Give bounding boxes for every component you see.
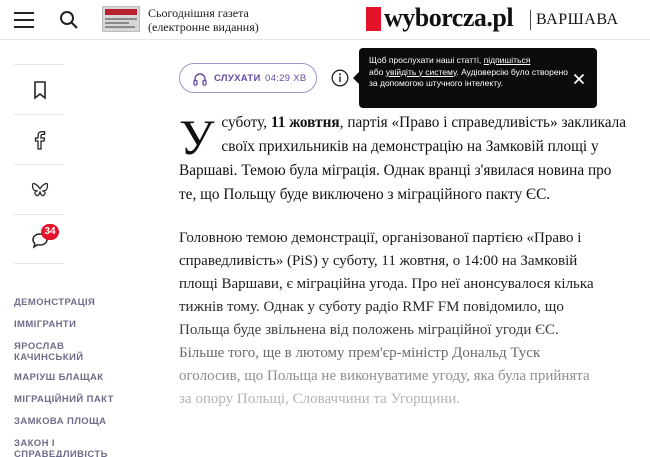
tag-law-and-justice[interactable]: ЗАКОН І СПРАВЕДЛИВІСТЬ <box>14 438 114 457</box>
tag-castle-square[interactable]: ЗАМКОВА ПЛОЩА <box>14 416 124 427</box>
tag-jaroslaw-kaczynski[interactable]: ЯРОСЛАВ КАЧИНСЬКИЙ <box>14 341 104 363</box>
tag-mariusz-blaszczak[interactable]: МАРІУШ БЛАЩАК <box>14 372 124 383</box>
lead-date: 11 жовтня <box>270 114 340 131</box>
comments-button[interactable]: 34 <box>14 214 64 264</box>
bookmark-button[interactable] <box>14 64 64 114</box>
top-bar: Сьогоднішня газета (електронне видання) … <box>0 0 650 40</box>
paragraph-line: Головною темою демонстрації, організован… <box>179 230 582 246</box>
close-icon[interactable] <box>573 72 585 85</box>
listen-button[interactable]: СЛУХАТИ 04:29 ХВ <box>179 63 317 93</box>
paragraph-line: Польща буде звільнена від положень мігра… <box>179 322 559 338</box>
login-link[interactable]: увійдіть у систему <box>386 67 457 77</box>
subscribe-link[interactable]: підпишіться <box>484 55 531 65</box>
listen-label: СЛУХАТИ <box>214 73 261 84</box>
paragraph-line: справедливість» (PiS) у суботу, 11 жовтн… <box>179 253 578 269</box>
article-body: У суботу, 11 жовтня, партія «Право і спр… <box>179 111 631 411</box>
share-sidebar: 34 <box>14 64 64 264</box>
newspaper-thumbnail[interactable] <box>102 6 140 32</box>
tooltip-text: Щоб прослухати наші статті, підпишіться а… <box>369 55 569 90</box>
headphones-icon <box>193 73 207 86</box>
audio-info-tooltip: Щоб прослухати наші статті, підпишіться а… <box>353 48 597 108</box>
drop-cap: У <box>179 109 215 165</box>
tag-migration-pact[interactable]: МІГРАЦІЙНИЙ ПАКТ <box>14 394 124 405</box>
bookmark-icon <box>34 81 46 100</box>
tooltip-text-2: або <box>369 66 386 77</box>
search-icon[interactable] <box>59 10 79 30</box>
facebook-icon <box>34 130 46 150</box>
listen-duration: 04:29 ХВ <box>265 73 307 84</box>
paragraph-line: тижнів тому. Однак у суботу радіо RMF FM… <box>179 299 564 315</box>
tooltip-text-1: Щоб прослухати наші статті, <box>369 55 484 65</box>
logo-text: wyborcza.pl <box>384 3 514 32</box>
comments-count-badge: 34 <box>41 224 59 240</box>
todays-newspaper-link[interactable]: Сьогоднішня газета (електронне видання) <box>148 6 259 34</box>
newspaper-line-1: Сьогоднішня газета <box>148 6 249 20</box>
bluesky-share-button[interactable] <box>14 164 64 214</box>
tooltip-arrow <box>353 72 359 84</box>
paragraph-line: площі Варшави, є міграційна угода. Про н… <box>179 276 594 292</box>
paragraph-line: за опору Польщі, Словаччини та Угорщини. <box>179 391 461 407</box>
menu-icon[interactable] <box>14 12 34 28</box>
logo-mark <box>366 7 381 31</box>
article-tags: ДЕМОНСТРАЦІЯ ІММІГРАНТИ ЯРОСЛАВ КАЧИНСЬК… <box>14 297 124 457</box>
facebook-share-button[interactable] <box>14 114 64 164</box>
tag-immigrants[interactable]: ІММІГРАНТИ <box>14 319 124 330</box>
tag-demonstration[interactable]: ДЕМОНСТРАЦІЯ <box>14 297 124 308</box>
info-icon[interactable] <box>331 69 349 87</box>
lead-part-1: суботу, <box>221 114 271 131</box>
butterfly-icon <box>31 182 49 197</box>
newspaper-line-2: (електронне видання) <box>148 20 259 34</box>
article-lead: У суботу, 11 жовтня, партія «Право і спр… <box>179 111 631 207</box>
city-section-label[interactable]: ВАРШАВА <box>530 10 619 30</box>
paragraph-line: Більше того, ще в лютому прем'єр-міністр… <box>179 345 541 361</box>
paragraph-line: оголосив, що Польща не виконуватиме угод… <box>179 368 590 384</box>
article-paragraph: Головною темою демонстрації, організован… <box>179 227 631 411</box>
